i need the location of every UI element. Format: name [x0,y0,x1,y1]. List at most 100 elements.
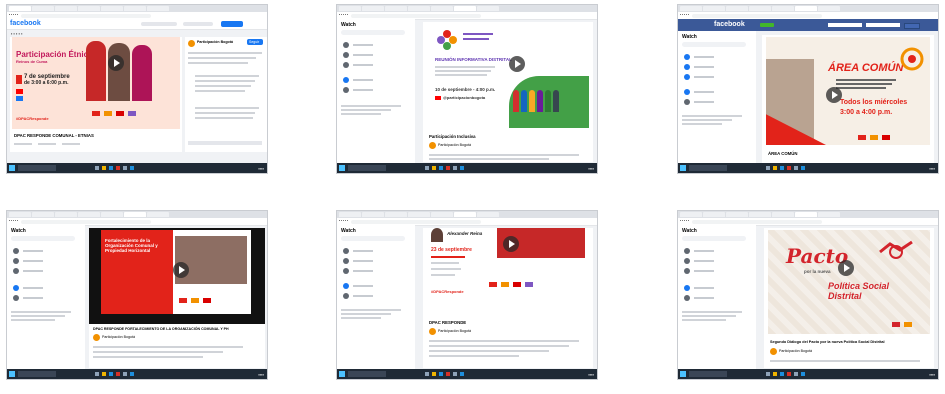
nav-arrows-icon[interactable] [9,220,18,224]
sidebar-item[interactable] [343,268,373,274]
browser-tab[interactable] [454,6,476,11]
browser-tab[interactable] [795,6,817,11]
app-icon[interactable] [766,166,770,170]
chrome-icon[interactable] [116,166,120,170]
edge-icon[interactable] [439,372,443,376]
start-icon[interactable] [680,371,686,377]
browser-tab[interactable] [680,6,702,11]
sidebar-item[interactable] [343,87,373,93]
comment-input[interactable] [188,141,262,145]
video-player[interactable]: REUNIÓN INFORMATIVA DISTRITAL 10 de sept… [429,24,589,128]
sidebar-item[interactable] [684,54,714,60]
browser-tab[interactable] [680,212,702,217]
sidebar-item[interactable] [684,99,714,105]
video-player[interactable]: Fortalecimiento de la Organización Comun… [101,230,251,314]
facebook-logo[interactable]: facebook [714,21,745,28]
browser-tab[interactable] [339,6,361,11]
sidebar-item[interactable] [343,42,373,48]
edge-icon[interactable] [109,166,113,170]
play-icon[interactable] [826,87,842,103]
browser-tab[interactable] [32,6,54,11]
browser-tab[interactable] [431,212,453,217]
play-icon[interactable] [503,236,519,252]
browser-tabs[interactable] [337,211,597,218]
sidebar-search[interactable] [682,236,746,241]
avatar[interactable] [429,328,436,335]
avatar[interactable] [770,348,777,355]
avatar[interactable] [93,334,100,341]
browser-tabs[interactable] [678,5,938,12]
sidebar-item[interactable] [13,295,43,301]
chrome-icon[interactable] [787,372,791,376]
video-player[interactable]: ÁREA COMÚN Todos los miércoles 3:00 a 4:… [766,37,930,145]
taskbar-search[interactable] [689,371,727,377]
browser-tab[interactable] [726,212,748,217]
sidebar-search[interactable] [341,236,405,241]
browser-tab[interactable] [101,212,123,217]
sidebar-item[interactable] [343,258,373,264]
sidebar-item[interactable] [684,64,714,70]
app-icon[interactable] [453,372,457,376]
app-icon[interactable] [425,372,429,376]
app-icon[interactable] [766,372,770,376]
edge-icon[interactable] [780,372,784,376]
nav-arrows-icon[interactable] [9,14,18,18]
play-icon[interactable] [509,56,525,72]
browser-tab[interactable] [362,212,384,217]
browser-tab[interactable] [339,212,361,217]
password-field[interactable] [866,23,900,27]
browser-tab[interactable] [101,6,123,11]
url-field[interactable] [351,13,481,18]
sidebar-search[interactable] [341,30,405,35]
nav-arrows-icon[interactable] [339,14,348,18]
play-icon[interactable] [173,262,189,278]
app-icon[interactable] [794,166,798,170]
explorer-icon[interactable] [432,372,436,376]
follow-button[interactable]: Seguir [247,39,263,45]
browser-tab[interactable] [795,212,817,217]
sidebar-item[interactable] [684,89,714,95]
explorer-icon[interactable] [773,372,777,376]
browser-tab[interactable] [32,212,54,217]
url-field[interactable] [21,13,151,18]
play-icon[interactable] [108,55,124,71]
sidebar-item[interactable] [684,74,714,80]
browser-tabs[interactable] [337,5,597,12]
sidebar-item[interactable] [13,285,43,291]
sidebar-search[interactable] [11,236,75,241]
chrome-icon[interactable] [787,166,791,170]
app-icon[interactable] [425,166,429,170]
browser-tab[interactable] [772,212,794,217]
app-icon[interactable] [130,372,134,376]
browser-tab[interactable] [818,212,840,217]
sidebar-item[interactable] [684,258,714,264]
taskbar-search[interactable] [18,371,56,377]
browser-tab[interactable] [454,212,476,217]
browser-tab[interactable] [408,6,430,11]
video-player[interactable]: Participación Étnica Reinos de Cuma 7 de… [12,37,180,129]
sidebar-item[interactable] [343,293,373,299]
browser-tab[interactable] [703,212,725,217]
browser-tabs[interactable] [678,211,938,218]
taskbar-search[interactable] [689,165,727,171]
url-field[interactable] [351,219,481,224]
email-field[interactable] [828,23,862,27]
explorer-icon[interactable] [773,166,777,170]
sidebar-item[interactable] [684,248,714,254]
nav-arrows-icon[interactable] [339,220,348,224]
browser-tab[interactable] [9,6,31,11]
app-icon[interactable] [453,166,457,170]
sidebar-item[interactable] [343,77,373,83]
url-field[interactable] [21,219,151,224]
edge-icon[interactable] [780,166,784,170]
browser-tab[interactable] [772,6,794,11]
page-name[interactable]: Participación Bogotá [438,329,471,333]
chrome-icon[interactable] [446,166,450,170]
sidebar-item[interactable] [684,295,714,301]
sidebar-item[interactable] [13,268,43,274]
chrome-icon[interactable] [116,372,120,376]
nav-arrows-icon[interactable] [680,220,689,224]
explorer-icon[interactable] [102,372,106,376]
url-field[interactable] [692,219,822,224]
app-icon[interactable] [123,166,127,170]
